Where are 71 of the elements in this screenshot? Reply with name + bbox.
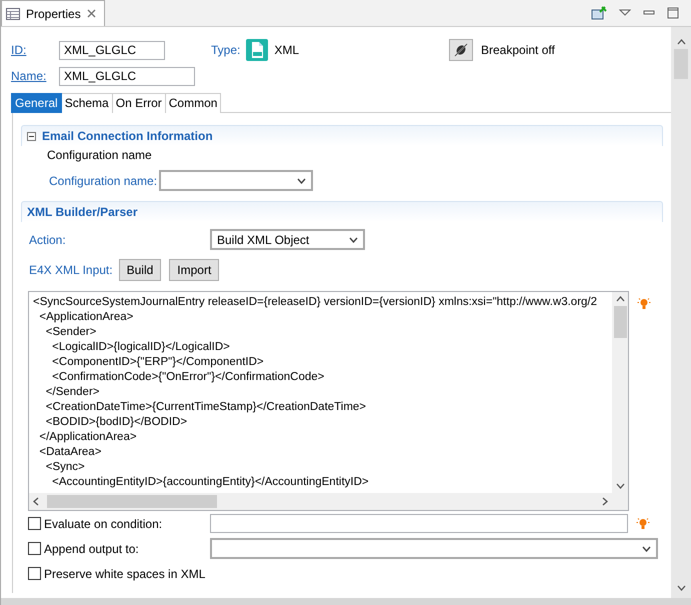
button[interactable]: Import (169, 259, 220, 281)
scrollbar[interactable] (1, 598, 691, 605)
configuration-label: Configuration name: (49, 174, 158, 188)
checkbox-label: Preserve white spaces in XML (44, 566, 206, 580)
checkbox-label: Evaluate on condition: (44, 516, 162, 530)
checkbox[interactable] (28, 567, 41, 580)
scroll-up-icon[interactable] (616, 296, 624, 302)
checkbox[interactable] (28, 542, 41, 555)
caret-icon[interactable] (297, 178, 306, 184)
tab[interactable]: Common (166, 93, 222, 113)
view-title: Properties (26, 6, 81, 20)
code-line: </Sender> (44, 385, 100, 400)
tab[interactable]: On Error (112, 93, 166, 113)
condition-field[interactable] (210, 514, 628, 533)
close-icon[interactable] (86, 9, 96, 18)
lightbulb-icon[interactable] (637, 297, 651, 311)
view-tab[interactable]: Properties (1, 0, 105, 26)
checkbox-label: Append output to: (44, 542, 139, 556)
code-line: <Sync> (44, 460, 86, 475)
collapse-icon[interactable] (27, 132, 36, 140)
table-icon (6, 8, 20, 20)
name-label: Name: (11, 69, 48, 83)
xml-file-icon (246, 39, 268, 61)
caret-icon[interactable] (642, 546, 651, 552)
section-header[interactable]: XML Builder/Parser (21, 201, 663, 222)
scrollbar[interactable] (671, 27, 691, 598)
dropdown[interactable]: Build XML Object (210, 229, 365, 250)
input-label: E4X XML Input: (29, 263, 113, 277)
caret-icon[interactable] (349, 236, 358, 242)
scroll-thumb[interactable] (614, 306, 626, 338)
scroll-thumb[interactable] (47, 495, 217, 508)
code-line: </ApplicationArea> (38, 430, 138, 445)
id-field[interactable]: XML_GLGLC (59, 40, 165, 60)
scrollbar[interactable] (612, 292, 628, 493)
type-value: XML (274, 43, 300, 57)
code-line: <CreationDateTime>{CurrentTimeStamp}</CreationDateTime> (44, 400, 368, 415)
button[interactable]: Build (118, 259, 162, 281)
scroll-right-icon[interactable] (602, 497, 608, 506)
code-line: <ApplicationArea> (38, 310, 134, 325)
code-line: <Sender> (44, 325, 98, 340)
checkbox[interactable] (28, 517, 41, 530)
tab[interactable]: Schema (62, 93, 113, 113)
xml-editor[interactable] (28, 291, 629, 511)
lightbulb-icon[interactable] (636, 516, 650, 530)
scroll-thumb[interactable] (674, 49, 688, 79)
configuration-caption: Configuration name (46, 147, 153, 164)
scroll-up-icon[interactable] (676, 39, 686, 45)
action-label: Action: (29, 232, 67, 246)
pin-icon[interactable] (591, 6, 607, 20)
maximize-icon[interactable] (667, 7, 679, 19)
code-line: <ComponentID>{"ERP"}</ComponentID> (51, 355, 265, 370)
scroll-down-icon[interactable] (676, 585, 686, 591)
minimize-icon[interactable] (643, 10, 655, 16)
breakpoint-off-icon (454, 43, 468, 57)
breakpoint-label: Breakpoint off (481, 43, 555, 57)
code-line: <AccountingEntityID>{accountingEntity}</AccountingEntityID> (51, 475, 370, 490)
code-line: <LogicalID>{logicalID}</LogicalID> (51, 340, 231, 355)
id-label: ID: (11, 43, 28, 57)
code-line: <SyncSourceSystemJournalEntry releaseID={releaseID} versionID={versionID} xmlns:xsi="http://www.w3.org/2 (33, 295, 598, 310)
breakpoint-button[interactable] (449, 39, 473, 61)
section-header[interactable]: Email Connection Information (21, 125, 663, 146)
code-line: <BODID>{bodID}</BODID> (44, 415, 188, 430)
code-line: <ConfirmationCode>{"OnError"}</ConfirmationCode> (51, 370, 326, 385)
scroll-down-icon[interactable] (616, 483, 624, 489)
view-menu-icon[interactable] (619, 9, 631, 17)
tab[interactable]: General (11, 93, 62, 113)
code-line: <DataArea> (38, 445, 102, 460)
type-label: Type: (211, 43, 240, 57)
scrollbar[interactable] (29, 493, 628, 510)
name-field[interactable]: XML_GLGLC (59, 66, 195, 86)
scroll-left-icon[interactable] (33, 497, 39, 506)
